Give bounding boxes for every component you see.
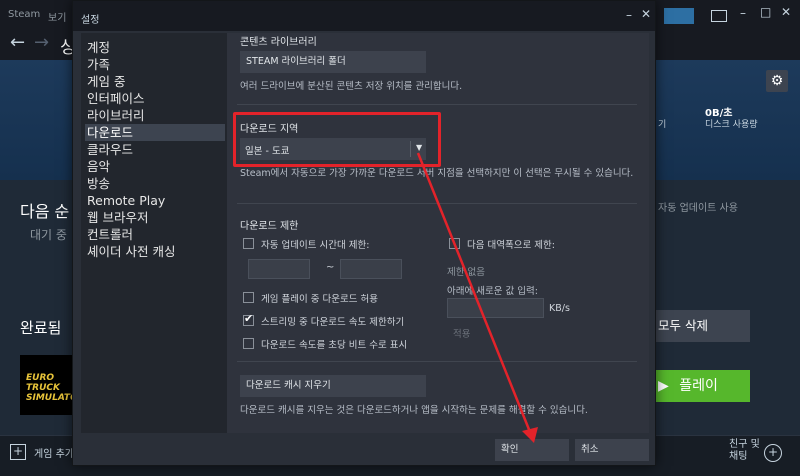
arrow-head	[522, 427, 538, 443]
arrow-line	[416, 152, 532, 433]
annotation-arrow	[416, 152, 538, 443]
